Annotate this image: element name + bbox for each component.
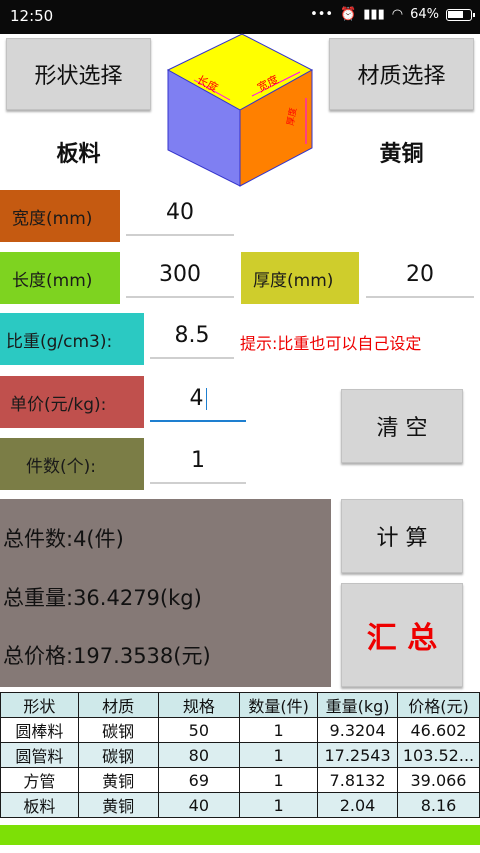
cell-spec: 80 — [157, 742, 241, 768]
count-label-text: 件数(个): — [26, 456, 96, 477]
material-select-button[interactable]: 材质选择 — [329, 38, 474, 110]
cell-spec: 69 — [157, 767, 241, 793]
cell-price: 39.066 — [397, 767, 480, 793]
battery-icon — [446, 8, 475, 21]
status-time: 12:50 — [10, 7, 54, 25]
cell-price: 103.52... — [397, 742, 480, 768]
shape-name: 板料 — [56, 142, 101, 167]
total-weight: 总重量:36.4279(kg) — [3, 586, 202, 610]
width-label: 宽度(mm) — [0, 190, 120, 242]
density-label: 比重(g/cm3): — [0, 313, 144, 365]
summary-button[interactable]: 汇 总 — [341, 583, 463, 687]
signal-icon: ▮▮▮ — [363, 7, 385, 22]
cell-price: 8.16 — [397, 792, 480, 818]
battery-percent: 64% — [410, 7, 439, 22]
cell-weight: 2.04 — [317, 792, 398, 818]
summary-panel: 总件数:4(件) 总重量:36.4279(kg) 总价格:197.3538(元) — [0, 499, 331, 687]
status-icons: ••• ⏰ ▮▮▮ ◠ 64% — [310, 7, 475, 22]
density-hint: 提示:比重也可以自己设定 — [240, 334, 422, 353]
length-label-text: 长度(mm) — [12, 270, 93, 291]
column-header-shape: 形状 — [0, 692, 79, 718]
records-table: 形状 材质 规格 数量(件) 重量(kg) 价格(元) 圆棒料 碳钢 50 1 … — [0, 692, 480, 818]
cell-weight: 7.8132 — [317, 767, 398, 793]
footer-bar — [0, 825, 480, 845]
cell-shape: 圆管料 — [0, 742, 79, 768]
column-header-weight: 重量(kg) — [317, 692, 398, 718]
cell-quantity: 1 — [239, 742, 319, 768]
total-count: 总件数:4(件) — [3, 527, 124, 551]
cell-quantity: 1 — [239, 717, 319, 743]
length-label: 长度(mm) — [0, 252, 120, 304]
cell-spec: 50 — [157, 717, 241, 743]
shape-select-button[interactable]: 形状选择 — [6, 38, 151, 110]
length-input[interactable]: 300 — [126, 262, 234, 298]
column-header-price: 价格(元) — [397, 692, 480, 718]
cell-material: 黄铜 — [77, 792, 159, 818]
alarm-icon: ⏰ — [340, 7, 357, 22]
count-input[interactable]: 1 — [150, 448, 246, 484]
cell-shape: 板料 — [0, 792, 79, 818]
unit-price-label-text: 单价(元/kg): — [10, 394, 107, 415]
width-label-text: 宽度(mm) — [12, 208, 93, 229]
total-price: 总价格:197.3538(元) — [3, 644, 211, 668]
cell-shape: 方管 — [0, 767, 79, 793]
more-dots-icon: ••• — [310, 7, 334, 22]
unit-price-value: 4 — [189, 386, 204, 411]
text-cursor — [205, 388, 207, 410]
cell-spec: 40 — [157, 792, 241, 818]
cell-quantity: 1 — [239, 792, 319, 818]
unit-price-input[interactable]: 4 — [150, 386, 246, 422]
column-header-quantity: 数量(件) — [239, 692, 319, 718]
cell-material: 黄铜 — [77, 767, 159, 793]
plate-diagram: 长度 宽度 厚度 — [166, 33, 314, 187]
cell-shape: 圆棒料 — [0, 717, 79, 743]
column-header-spec: 规格 — [157, 692, 241, 718]
status-bar: 12:50 ••• ⏰ ▮▮▮ ◠ 64% — [0, 0, 480, 34]
thickness-input[interactable]: 20 — [366, 262, 474, 298]
width-input[interactable]: 40 — [126, 200, 234, 236]
calculate-button[interactable]: 计 算 — [341, 499, 463, 573]
cell-material: 碳钢 — [77, 742, 159, 768]
table-header-row: 形状 材质 规格 数量(件) 重量(kg) 价格(元) — [0, 692, 480, 718]
density-label-text: 比重(g/cm3): — [6, 331, 113, 352]
table-row[interactable]: 板料 黄铜 40 1 2.04 8.16 — [0, 792, 480, 818]
column-header-material: 材质 — [77, 692, 159, 718]
unit-price-label: 单价(元/kg): — [0, 376, 144, 428]
table-row[interactable]: 圆管料 碳钢 80 1 17.2543 103.52... — [0, 742, 480, 768]
thickness-label-text: 厚度(mm) — [253, 270, 334, 291]
cell-material: 碳钢 — [77, 717, 159, 743]
density-input[interactable]: 8.5 — [150, 323, 234, 359]
cell-price: 46.602 — [397, 717, 480, 743]
cell-quantity: 1 — [239, 767, 319, 793]
thickness-label: 厚度(mm) — [241, 252, 359, 304]
table-row[interactable]: 圆棒料 碳钢 50 1 9.3204 46.602 — [0, 717, 480, 743]
count-label: 件数(个): — [0, 438, 144, 490]
cell-weight: 9.3204 — [317, 717, 398, 743]
clear-button[interactable]: 清 空 — [341, 389, 463, 463]
material-name: 黄铜 — [379, 142, 424, 167]
cell-weight: 17.2543 — [317, 742, 398, 768]
wifi-icon: ◠ — [391, 7, 404, 22]
table-row[interactable]: 方管 黄铜 69 1 7.8132 39.066 — [0, 767, 480, 793]
